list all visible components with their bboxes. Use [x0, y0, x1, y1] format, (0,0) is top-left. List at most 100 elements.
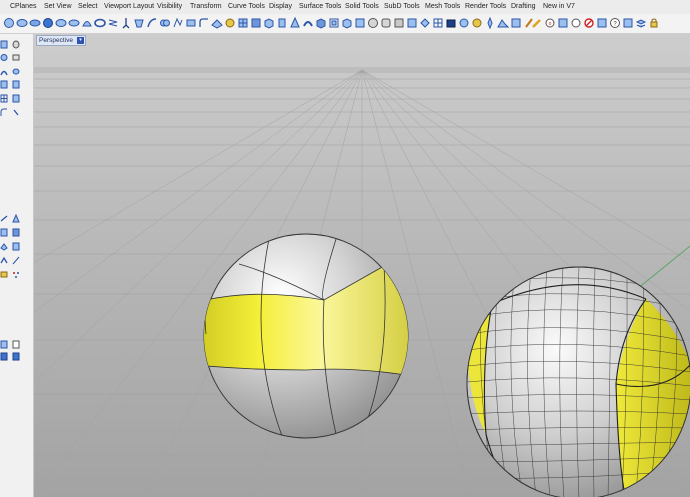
analyze-icon[interactable] [0, 270, 8, 279]
torus-icon[interactable] [12, 67, 20, 76]
tab-curve-tools[interactable]: Curve Tools [228, 1, 265, 13]
torus-icon[interactable] [94, 16, 106, 30]
cylinder-icon[interactable] [12, 40, 20, 49]
tab-select[interactable]: Select [78, 1, 97, 13]
sphere-icon[interactable] [0, 53, 8, 62]
offset-icon[interactable] [12, 108, 20, 117]
tab-render-tools[interactable]: Render Tools [465, 1, 506, 13]
split-icon[interactable] [0, 214, 8, 223]
fillet-icon[interactable] [0, 108, 8, 117]
ellipsoid-icon[interactable] [29, 16, 41, 30]
box-icon[interactable] [263, 16, 275, 30]
pipe-icon[interactable] [302, 16, 314, 30]
edge-icon[interactable] [12, 256, 20, 265]
tab-viewport-layout[interactable]: Viewport Layout [104, 1, 154, 13]
tab-transform[interactable]: Transform [190, 1, 222, 13]
loft-icon[interactable] [133, 16, 145, 30]
network-srf-icon[interactable] [237, 16, 249, 30]
cap-icon[interactable] [354, 16, 366, 30]
left-tool-sidebar [0, 34, 34, 497]
ellipsoid-icon[interactable] [55, 16, 67, 30]
ellipsoid-icon[interactable] [16, 16, 28, 30]
render-icon[interactable] [458, 16, 470, 30]
svg-text:o: o [549, 21, 552, 27]
tab-subd-tools[interactable]: SubD Tools [384, 1, 420, 13]
cap-icon[interactable] [0, 340, 8, 349]
tab-cplanes[interactable]: CPlanes [10, 1, 36, 13]
dots-icon[interactable] [12, 270, 20, 279]
cone-icon[interactable] [289, 16, 301, 30]
command-icon-toolbar: o ? [0, 14, 690, 34]
material-icon[interactable] [471, 16, 483, 30]
tab-surface-tools[interactable]: Surface Tools [299, 1, 341, 13]
text-icon[interactable] [557, 16, 569, 30]
mesh-icon[interactable] [12, 94, 20, 103]
hatch-icon[interactable] [583, 16, 595, 30]
dimension-icon[interactable]: o [544, 16, 556, 30]
viewport-scene [34, 34, 690, 497]
light-icon[interactable] [484, 16, 496, 30]
tab-display[interactable]: Display [269, 1, 292, 13]
group-icon[interactable] [0, 352, 8, 361]
trim-icon[interactable] [185, 16, 197, 30]
pipe-icon[interactable] [0, 67, 8, 76]
loft-icon[interactable] [12, 80, 20, 89]
cone-icon[interactable] [12, 53, 20, 62]
surface-icon[interactable] [0, 256, 8, 265]
layers-icon[interactable] [635, 16, 647, 30]
subd-sphere-icon[interactable] [367, 16, 379, 30]
leader-icon[interactable] [570, 16, 582, 30]
trim-icon[interactable] [12, 228, 20, 237]
explode-icon[interactable] [0, 228, 8, 237]
mesh-box-icon[interactable] [445, 16, 457, 30]
solid-box-icon[interactable] [315, 16, 327, 30]
pencil-icon[interactable] [531, 16, 543, 30]
block-icon[interactable] [12, 352, 20, 361]
shell-icon[interactable] [341, 16, 353, 30]
chevron-down-icon[interactable]: ▾ [76, 37, 84, 44]
viewport-title-tab[interactable]: Perspective ▾ [36, 35, 86, 46]
history-icon[interactable] [12, 340, 20, 349]
surface-icon[interactable] [211, 16, 223, 30]
viewport-label: Perspective [39, 37, 73, 44]
mesh-icon[interactable] [432, 16, 444, 30]
lock-icon[interactable] [648, 16, 660, 30]
fillet-icon[interactable] [198, 16, 210, 30]
sphere-icon[interactable] [42, 16, 54, 30]
tab-solid-tools[interactable]: Solid Tools [345, 1, 379, 13]
sweep-icon[interactable] [146, 16, 158, 30]
sphere-icon[interactable] [3, 16, 15, 30]
offset-icon[interactable] [328, 16, 340, 30]
grid-icon[interactable] [0, 94, 8, 103]
help-icon[interactable]: ? [609, 16, 621, 30]
texture-icon[interactable] [510, 16, 522, 30]
subd-crease-icon[interactable] [393, 16, 405, 30]
toolbar-tabs: CPlanes Set View Select Viewport Layout … [0, 0, 690, 15]
perspective-viewport[interactable]: Perspective ▾ [34, 34, 690, 497]
cylinder-icon[interactable] [276, 16, 288, 30]
join-icon[interactable] [12, 214, 20, 223]
tab-mesh-tools[interactable]: Mesh Tools [425, 1, 460, 13]
tab-set-view[interactable]: Set View [44, 1, 72, 13]
box-icon[interactable] [0, 40, 8, 49]
layout-icon[interactable] [596, 16, 608, 30]
patch-icon[interactable] [250, 16, 262, 30]
extrude-icon[interactable] [0, 80, 8, 89]
subd-box-icon[interactable] [380, 16, 392, 30]
blend-icon[interactable] [224, 16, 236, 30]
match-icon[interactable] [12, 242, 20, 251]
tab-drafting[interactable]: Drafting [511, 1, 536, 13]
rebuild-icon[interactable] [0, 242, 8, 251]
ellipsoid-icon[interactable] [68, 16, 80, 30]
subd-mesh-icon[interactable] [419, 16, 431, 30]
subd-edit-icon[interactable] [406, 16, 418, 30]
helix-icon[interactable] [107, 16, 119, 30]
properties-icon[interactable] [622, 16, 634, 30]
tab-visibility[interactable]: Visibility [157, 1, 182, 13]
extrude-icon[interactable] [120, 16, 132, 30]
curve-tool-icon[interactable] [172, 16, 184, 30]
environment-icon[interactable] [497, 16, 509, 30]
paraboloid-icon[interactable] [81, 16, 93, 30]
tab-new-in-v7[interactable]: New in V7 [543, 1, 575, 13]
boolean-union-icon[interactable] [159, 16, 171, 30]
